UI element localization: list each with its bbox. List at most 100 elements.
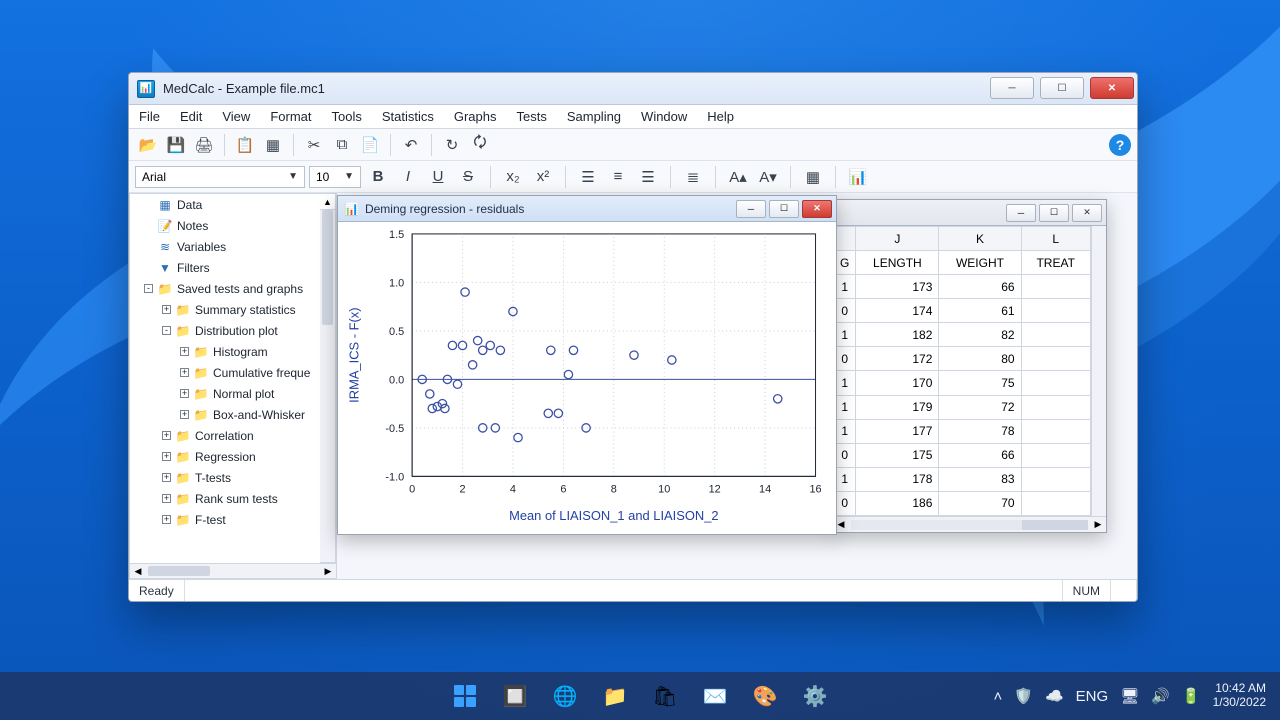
column-header[interactable]: K <box>939 227 1021 251</box>
child-maximize-button[interactable]: ☐ <box>1039 204 1069 222</box>
cell[interactable]: 182 <box>856 323 939 347</box>
cell[interactable]: 172 <box>856 347 939 371</box>
expand-icon[interactable]: + <box>180 347 189 356</box>
minimize-button[interactable]: ─ <box>990 77 1034 99</box>
child-maximize-button[interactable]: ☐ <box>769 200 799 218</box>
paint-icon[interactable]: 🎨 <box>744 675 786 717</box>
tree-item[interactable]: -📁Distribution plot <box>130 320 320 341</box>
tree-item[interactable]: +📁Regression <box>130 446 320 467</box>
chart-window[interactable]: 📊 Deming regression - residuals ─ ☐ ✕ 02… <box>337 195 837 535</box>
column-header[interactable]: J <box>856 227 939 251</box>
print-icon[interactable]: 🖨 <box>191 132 217 158</box>
cell[interactable]: 72 <box>939 395 1021 419</box>
scatter-plot[interactable]: 0246810121416-1.0-0.50.00.51.01.5Mean of… <box>338 222 836 534</box>
refresh-icon[interactable]: 🗘 <box>467 132 493 158</box>
tree-item[interactable]: ▼Filters <box>130 257 320 278</box>
scroll-right-icon[interactable]: ▶ <box>1090 519 1106 530</box>
expand-icon[interactable]: + <box>180 410 189 419</box>
menu-tools[interactable]: Tools <box>321 105 371 128</box>
network-icon[interactable]: 🖥 <box>1120 687 1139 705</box>
tree-item[interactable]: -📁Saved tests and graphs <box>130 278 320 299</box>
language-indicator[interactable]: ENG <box>1076 688 1109 705</box>
store-icon[interactable]: 🛍 <box>644 675 686 717</box>
tree-item[interactable]: +📁Correlation <box>130 425 320 446</box>
help-icon[interactable]: ? <box>1109 134 1131 156</box>
project-tree[interactable]: ▦Data📝Notes≋Variables▼Filters-📁Saved tes… <box>129 193 320 579</box>
cell[interactable]: 177 <box>856 419 939 443</box>
expand-icon[interactable]: + <box>180 389 189 398</box>
tree-item[interactable]: +📁Summary statistics <box>130 299 320 320</box>
cell[interactable]: 75 <box>939 371 1021 395</box>
collapse-icon[interactable]: - <box>162 326 171 335</box>
cell[interactable]: 174 <box>856 299 939 323</box>
spreadsheet[interactable]: JKLGLENGTHWEIGHTTREAT1173660174611182820… <box>833 226 1106 532</box>
menu-format[interactable]: Format <box>260 105 321 128</box>
font-name-combo[interactable]: Arial ▼ <box>135 166 305 188</box>
field-name[interactable]: LENGTH <box>856 251 939 275</box>
menu-file[interactable]: File <box>129 105 170 128</box>
close-button[interactable]: ✕ <box>1090 77 1134 99</box>
expand-icon[interactable]: + <box>180 368 189 377</box>
cell[interactable]: 186 <box>856 491 939 515</box>
collapse-icon[interactable]: - <box>144 284 153 293</box>
tree-item[interactable]: +📁Normal plot <box>130 383 320 404</box>
weather-icon[interactable]: ☁️ <box>1045 687 1064 705</box>
tray-chevron-icon[interactable]: ˄ <box>994 688 1003 705</box>
menu-sampling[interactable]: Sampling <box>557 105 631 128</box>
tree-item[interactable]: +📁Rank sum tests <box>130 488 320 509</box>
sheet-vscrollbar[interactable] <box>1091 226 1106 516</box>
tree-item[interactable]: +📁Histogram <box>130 341 320 362</box>
bold-icon[interactable]: B <box>365 164 391 190</box>
tree-item[interactable]: +📁F-test <box>130 509 320 530</box>
strike-icon[interactable]: S <box>455 164 481 190</box>
open-icon[interactable]: 📂 <box>135 132 161 158</box>
column-header[interactable]: L <box>1021 227 1090 251</box>
field-name[interactable]: WEIGHT <box>939 251 1021 275</box>
edge-icon[interactable]: 🌐 <box>544 675 586 717</box>
subscript-icon[interactable]: x₂ <box>500 164 526 190</box>
child-minimize-button[interactable]: ─ <box>1006 204 1036 222</box>
chart-titlebar[interactable]: 📊 Deming regression - residuals ─ ☐ ✕ <box>338 196 836 222</box>
tree-vscrollbar[interactable]: ▲ ▼ <box>320 193 336 579</box>
tree-item[interactable]: +📁Box-and-Whisker <box>130 404 320 425</box>
scroll-left-icon[interactable]: ◀ <box>130 566 146 577</box>
start-button[interactable] <box>444 675 486 717</box>
cell[interactable]: 61 <box>939 299 1021 323</box>
align-center-icon[interactable]: ≡ <box>605 164 631 190</box>
redo-icon[interactable]: ↻ <box>439 132 465 158</box>
list-icon[interactable]: ≣ <box>680 164 706 190</box>
field-name[interactable]: TREAT <box>1021 251 1090 275</box>
tree-hscrollbar[interactable]: ◀ ▶ <box>129 563 337 579</box>
settings-icon[interactable]: ⚙️ <box>794 675 836 717</box>
menu-window[interactable]: Window <box>631 105 697 128</box>
cell[interactable]: 175 <box>856 443 939 467</box>
maximize-button[interactable]: ☐ <box>1040 77 1084 99</box>
menu-help[interactable]: Help <box>697 105 744 128</box>
superscript-icon[interactable]: x² <box>530 164 556 190</box>
undo-icon[interactable]: ↶ <box>398 132 424 158</box>
cell[interactable]: 70 <box>939 491 1021 515</box>
copy-icon[interactable]: ⧉ <box>329 132 355 158</box>
spreadsheet-window[interactable]: ─ ☐ ✕ JKLGLENGTHWEIGHTTREAT1173660174611… <box>832 199 1107 533</box>
table-tool-icon[interactable]: ▦ <box>800 164 826 190</box>
scroll-right-icon[interactable]: ▶ <box>320 566 336 577</box>
mail-icon[interactable]: ✉️ <box>694 675 736 717</box>
cut-icon[interactable]: ✂ <box>301 132 327 158</box>
taskview-icon[interactable]: 🔲 <box>494 675 536 717</box>
tree-item[interactable]: +📁Cumulative freque <box>130 362 320 383</box>
align-right-icon[interactable]: ☰ <box>635 164 661 190</box>
cell[interactable]: 83 <box>939 467 1021 491</box>
cell[interactable]: 66 <box>939 443 1021 467</box>
cell[interactable]: 78 <box>939 419 1021 443</box>
cell[interactable]: 179 <box>856 395 939 419</box>
tree-item[interactable]: ▦Data <box>130 194 320 215</box>
align-left-icon[interactable]: ☰ <box>575 164 601 190</box>
scroll-thumb[interactable] <box>1022 520 1088 530</box>
volume-icon[interactable]: 🔊 <box>1151 687 1170 705</box>
chart-tool-icon[interactable]: 📊 <box>845 164 871 190</box>
battery-icon[interactable]: 🔋 <box>1182 687 1201 705</box>
menu-view[interactable]: View <box>212 105 260 128</box>
save-icon[interactable]: 💾 <box>163 132 189 158</box>
sheet-hscrollbar[interactable]: ◀ ▶ <box>833 516 1106 532</box>
spreadsheet-titlebar[interactable]: ─ ☐ ✕ <box>833 200 1106 226</box>
